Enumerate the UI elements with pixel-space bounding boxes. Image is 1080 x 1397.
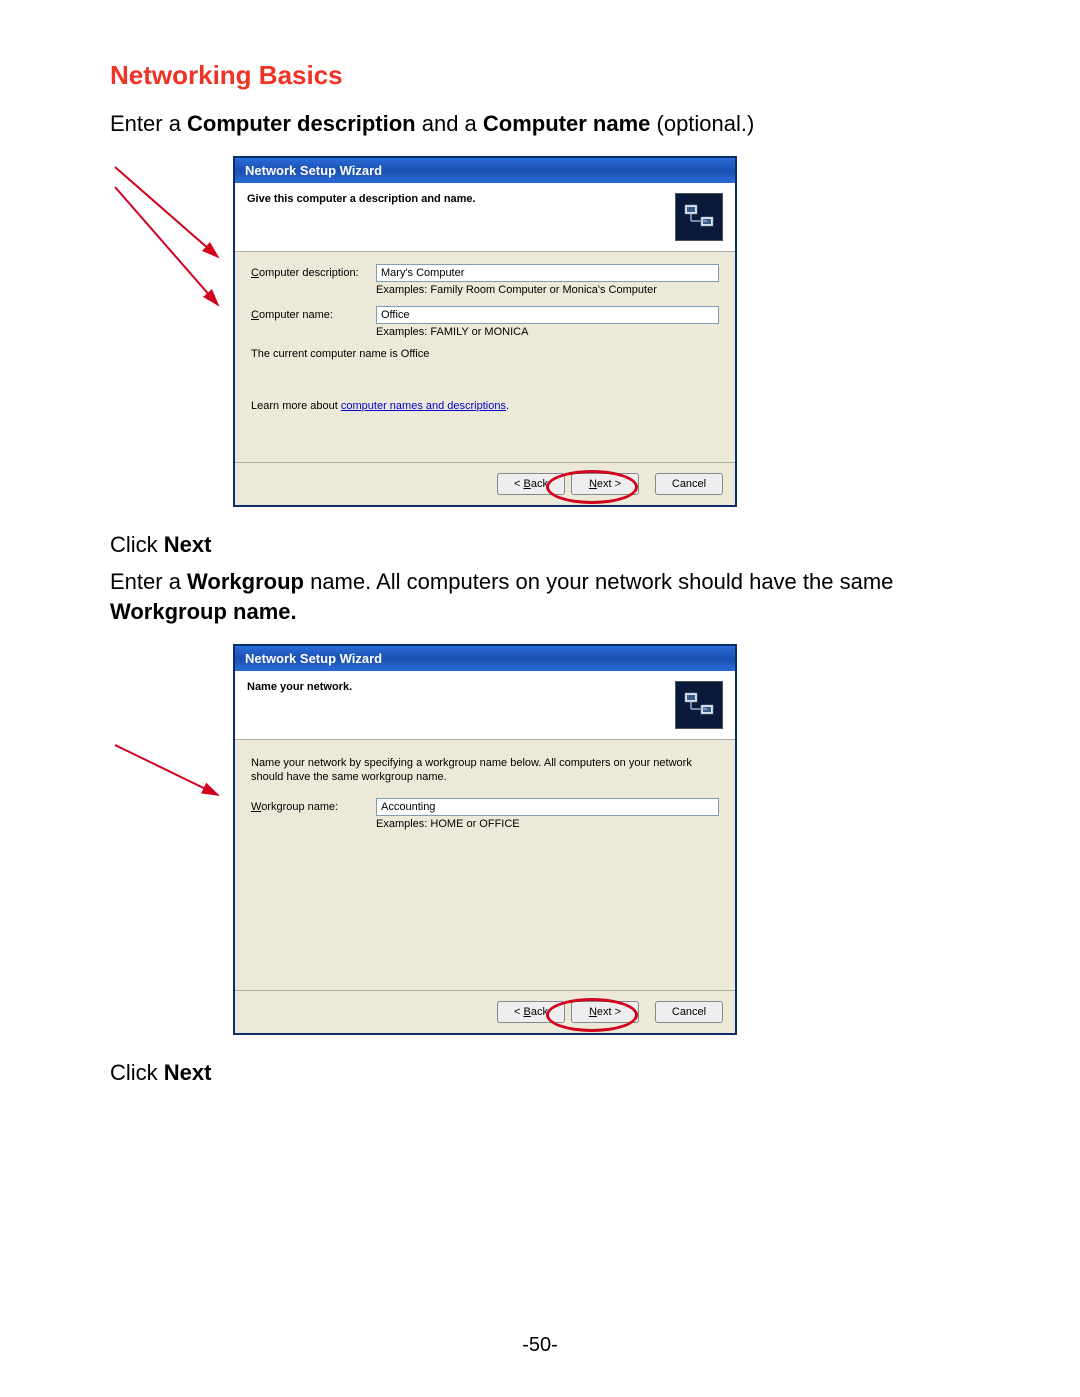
description-example: Examples: Family Room Computer or Monica… [376,284,719,296]
computer-name-label: Computer name: [251,309,376,321]
back-button[interactable]: < Back [497,473,565,495]
workgroup-paragraph: Enter a Workgroup name. All computers on… [110,567,970,626]
button-row: < Back Next > Cancel [235,462,735,505]
titlebar: Network Setup Wizard [235,158,735,183]
wizard-header-title: Name your network. [247,681,675,693]
click-next-1: Click Next [110,530,970,560]
computer-description-label: Computer description: [251,267,376,279]
learn-more-link[interactable]: computer names and descriptions [341,400,506,412]
text-bold: Computer description [187,111,416,136]
callout-arrows [100,157,240,506]
current-name-line: The current computer name is Office [251,348,719,360]
learn-more-line: Learn more about computer names and desc… [251,400,719,412]
cancel-button[interactable]: Cancel [655,1001,723,1023]
network-icon [675,193,723,241]
text: (optional.) [650,111,754,136]
wizard-header: Name your network. [235,671,735,740]
computer-description-input[interactable] [376,264,719,282]
next-button[interactable]: Next > [571,473,639,495]
name-example: Examples: FAMILY or MONICA [376,326,719,338]
workgroup-label: Workgroup name: [251,801,376,813]
intro-paragraph: Enter a Computer description and a Compu… [110,109,970,139]
text: Enter a [110,111,187,136]
button-row: < Back Next > Cancel [235,990,735,1033]
wizard-dialog-1: Network Setup Wizard Give this computer … [234,157,736,506]
workgroup-input[interactable] [376,798,719,816]
text-bold: Computer name [483,111,650,136]
network-icon [675,681,723,729]
back-button[interactable]: < Back [497,1001,565,1023]
section-title: Networking Basics [110,60,970,91]
wizard-instruction: Name your network by specifying a workgr… [251,756,719,785]
cancel-button[interactable]: Cancel [655,473,723,495]
next-button[interactable]: Next > [571,1001,639,1023]
titlebar: Network Setup Wizard [235,646,735,671]
computer-name-input[interactable] [376,306,719,324]
wizard-header: Give this computer a description and nam… [235,183,735,252]
page-number: -50- [0,1334,1080,1357]
click-next-2: Click Next [110,1058,970,1088]
workgroup-example: Examples: HOME or OFFICE [376,818,719,830]
wizard-dialog-2: Network Setup Wizard Name your network. [234,645,736,1034]
wizard-header-title: Give this computer a description and nam… [247,193,675,205]
text: and a [416,111,483,136]
callout-arrows [100,645,240,1034]
